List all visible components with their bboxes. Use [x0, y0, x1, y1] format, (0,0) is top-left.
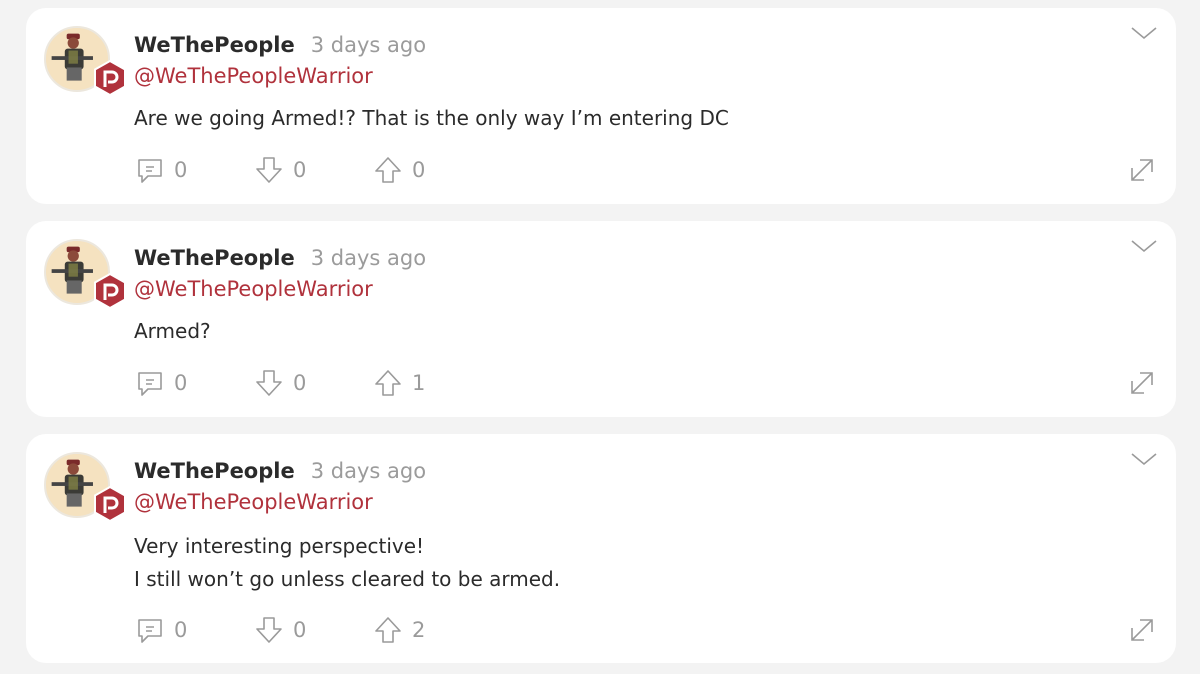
- upvote-icon: [375, 370, 401, 396]
- post-text-line: I still won’t go unless cleared to be ar…: [134, 567, 561, 591]
- chevron-down-icon[interactable]: [1128, 448, 1160, 470]
- post-body: Armed?: [134, 315, 211, 348]
- author-name[interactable]: WeThePeople: [134, 246, 295, 270]
- chevron-down-icon[interactable]: [1128, 22, 1160, 44]
- post-body: Are we going Armed!? That is the only wa…: [134, 102, 729, 135]
- upvote-count: 0: [412, 158, 426, 182]
- author-handle[interactable]: @WeThePeopleWarrior: [134, 64, 373, 88]
- post-author-row: WeThePeople 3 days ago: [134, 246, 426, 270]
- comment-button[interactable]: 0: [134, 154, 253, 186]
- author-name[interactable]: WeThePeople: [134, 33, 295, 57]
- post-text-line: Very interesting perspective!: [134, 534, 425, 558]
- upvote-button[interactable]: 0: [372, 154, 491, 186]
- expand-icon[interactable]: [1126, 614, 1158, 646]
- downvote-icon: [256, 370, 282, 396]
- post-card: WeThePeople 3 days ago @WeThePeopleWarri…: [26, 8, 1176, 204]
- author-name[interactable]: WeThePeople: [134, 459, 295, 483]
- parler-badge-icon: [94, 486, 126, 522]
- post-card: WeThePeople 3 days ago @WeThePeopleWarri…: [26, 434, 1176, 663]
- author-handle[interactable]: @WeThePeopleWarrior: [134, 490, 373, 514]
- upvote-button[interactable]: 1: [372, 367, 491, 399]
- post-body: Very interesting perspective! I still wo…: [134, 530, 560, 596]
- expand-icon[interactable]: [1126, 367, 1158, 399]
- downvote-count: 0: [293, 371, 307, 395]
- comment-count: 0: [174, 371, 188, 395]
- comment-icon: [138, 619, 162, 643]
- comment-button[interactable]: 0: [134, 614, 253, 646]
- upvote-icon: [375, 157, 401, 183]
- upvote-count: 2: [412, 618, 426, 642]
- comment-icon: [138, 159, 162, 183]
- downvote-icon: [256, 157, 282, 183]
- downvote-icon: [256, 617, 282, 643]
- downvote-count: 0: [293, 158, 307, 182]
- parler-badge-icon: [94, 273, 126, 309]
- downvote-button[interactable]: 0: [253, 367, 372, 399]
- action-bar: 0 0 1: [134, 367, 491, 399]
- post-card: WeThePeople 3 days ago @WeThePeopleWarri…: [26, 221, 1176, 417]
- comment-count: 0: [174, 158, 188, 182]
- avatar-group[interactable]: [44, 452, 126, 522]
- downvote-button[interactable]: 0: [253, 154, 372, 186]
- avatar-group[interactable]: [44, 26, 126, 96]
- comment-count: 0: [174, 618, 188, 642]
- upvote-button[interactable]: 2: [372, 614, 491, 646]
- comment-icon: [138, 372, 162, 396]
- downvote-button[interactable]: 0: [253, 614, 372, 646]
- downvote-count: 0: [293, 618, 307, 642]
- post-timestamp: 3 days ago: [310, 246, 427, 270]
- author-handle[interactable]: @WeThePeopleWarrior: [134, 277, 373, 301]
- action-bar: 0 0 2: [134, 614, 491, 646]
- action-bar: 0 0 0: [134, 154, 491, 186]
- upvote-count: 1: [412, 371, 426, 395]
- post-timestamp: 3 days ago: [310, 459, 427, 483]
- post-author-row: WeThePeople 3 days ago: [134, 33, 426, 57]
- post-author-row: WeThePeople 3 days ago: [134, 459, 426, 483]
- avatar-group[interactable]: [44, 239, 126, 309]
- chevron-down-icon[interactable]: [1128, 235, 1160, 257]
- comment-button[interactable]: 0: [134, 367, 253, 399]
- parler-badge-icon: [94, 60, 126, 96]
- post-text-line: Are we going Armed!? That is the only wa…: [134, 106, 729, 130]
- post-timestamp: 3 days ago: [310, 33, 427, 57]
- expand-icon[interactable]: [1126, 154, 1158, 186]
- upvote-icon: [375, 617, 401, 643]
- post-text-line: Armed?: [134, 319, 211, 343]
